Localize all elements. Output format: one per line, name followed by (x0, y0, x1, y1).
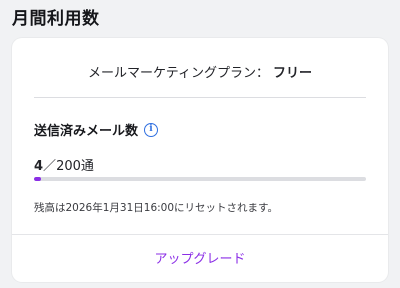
usage-progress-bar (34, 177, 366, 181)
info-icon[interactable]: i (144, 122, 159, 137)
limit-count: 200通 (56, 159, 94, 174)
usage-card: メールマーケティングプラン： フリー 送信済みメール数 i 4／200通 残高は2… (12, 38, 388, 282)
plan-value: フリー (272, 66, 312, 81)
usage-progress-fill (34, 177, 41, 181)
divider (12, 234, 388, 235)
divider (34, 97, 366, 98)
sent-emails-label: 送信済みメール数 (34, 124, 139, 139)
reset-note: 残高は2026年1月31日16:00にリセットされます。 (34, 202, 278, 214)
section-title: 月間利用数 (12, 9, 100, 29)
used-count: 4 (34, 159, 44, 174)
sent-emails-heading: 送信済みメール数 i (34, 120, 159, 139)
upgrade-button[interactable]: アップグレード (12, 248, 388, 267)
plan-row: メールマーケティングプラン： フリー (12, 62, 388, 81)
count-separator: ／ (43, 159, 57, 174)
plan-label: メールマーケティングプラン： (88, 66, 269, 81)
usage-count: 4／200通 (34, 155, 94, 174)
